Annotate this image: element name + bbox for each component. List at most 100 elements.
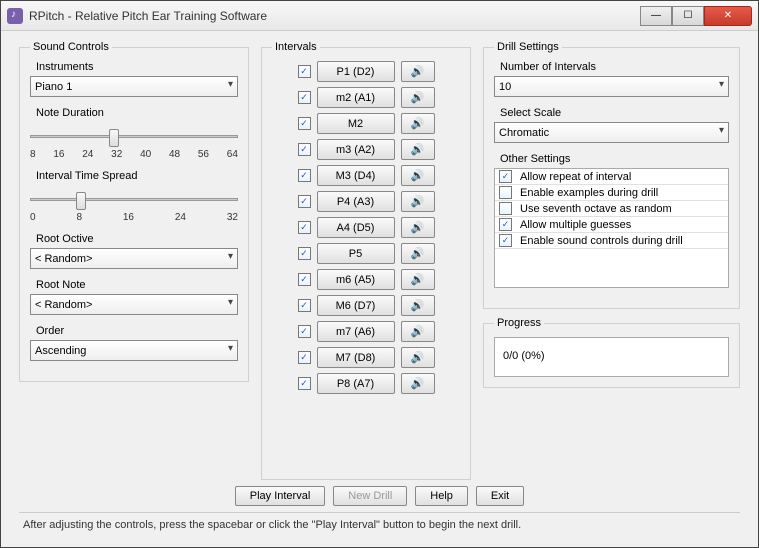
interval-button[interactable]: P1 (D2)	[317, 61, 395, 82]
other-settings-label: Other Settings	[500, 153, 729, 165]
speaker-icon[interactable]: 🔊	[401, 295, 435, 316]
instruments-combo[interactable]: Piano 1	[30, 76, 238, 97]
minimize-button[interactable]: —	[640, 6, 672, 26]
settings-checkbox[interactable]	[499, 186, 512, 199]
speaker-icon[interactable]: 🔊	[401, 113, 435, 134]
interval-row: ✓ m2 (A1) 🔊	[272, 87, 460, 108]
speaker-icon[interactable]: 🔊	[401, 191, 435, 212]
sound-controls-group: Sound Controls Instruments Piano 1 Note …	[19, 41, 249, 382]
interval-row: ✓ P8 (A7) 🔊	[272, 373, 460, 394]
speaker-icon[interactable]: 🔊	[401, 139, 435, 160]
num-intervals-label: Number of Intervals	[500, 61, 729, 73]
settings-label: Allow repeat of interval	[520, 171, 631, 183]
interval-checkbox[interactable]: ✓	[298, 273, 311, 286]
app-window: RPitch - Relative Pitch Ear Training Sof…	[0, 0, 759, 548]
interval-button[interactable]: P4 (A3)	[317, 191, 395, 212]
speaker-icon[interactable]: 🔊	[401, 217, 435, 238]
interval-spread-label: Interval Time Spread	[36, 170, 238, 182]
interval-button[interactable]: A4 (D5)	[317, 217, 395, 238]
interval-button[interactable]: P5	[317, 243, 395, 264]
settings-checkbox[interactable]: ✓	[499, 218, 512, 231]
settings-label: Enable examples during drill	[520, 187, 658, 199]
select-scale-combo[interactable]: Chromatic	[494, 122, 729, 143]
speaker-icon[interactable]: 🔊	[401, 61, 435, 82]
close-button[interactable]: ✕	[704, 6, 752, 26]
speaker-icon[interactable]: 🔊	[401, 347, 435, 368]
settings-checkbox[interactable]	[499, 202, 512, 215]
interval-checkbox[interactable]: ✓	[298, 91, 311, 104]
titlebar: RPitch - Relative Pitch Ear Training Sof…	[1, 1, 758, 31]
interval-button[interactable]: M2	[317, 113, 395, 134]
interval-row: ✓ m6 (A5) 🔊	[272, 269, 460, 290]
intervals-legend: Intervals	[272, 41, 320, 53]
speaker-icon[interactable]: 🔊	[401, 269, 435, 290]
speaker-icon[interactable]: 🔊	[401, 321, 435, 342]
note-duration-ticks: 816243240485664	[30, 149, 238, 160]
progress-legend: Progress	[494, 317, 544, 329]
interval-row: ✓ m7 (A6) 🔊	[272, 321, 460, 342]
interval-row: ✓ M6 (D7) 🔊	[272, 295, 460, 316]
interval-checkbox[interactable]: ✓	[298, 325, 311, 338]
root-octive-label: Root Octive	[36, 233, 238, 245]
speaker-icon[interactable]: 🔊	[401, 243, 435, 264]
bottom-buttons: Play Interval New Drill Help Exit	[19, 486, 740, 506]
speaker-icon[interactable]: 🔊	[401, 87, 435, 108]
interval-checkbox[interactable]: ✓	[298, 221, 311, 234]
interval-button[interactable]: m7 (A6)	[317, 321, 395, 342]
drill-settings-group: Drill Settings Number of Intervals 10 Se…	[483, 41, 740, 309]
settings-row: Use seventh octave as random	[495, 201, 728, 217]
settings-checkbox[interactable]: ✓	[499, 170, 512, 183]
interval-checkbox[interactable]: ✓	[298, 117, 311, 130]
progress-group: Progress 0/0 (0%)	[483, 317, 740, 388]
help-button[interactable]: Help	[415, 486, 468, 506]
interval-checkbox[interactable]: ✓	[298, 377, 311, 390]
intervals-group: Intervals ✓ P1 (D2) 🔊 ✓ m2 (A1) 🔊 ✓ M2 🔊 ✓ m3 (A2)…	[261, 41, 471, 480]
speaker-icon[interactable]: 🔊	[401, 373, 435, 394]
interval-row: ✓ M7 (D8) 🔊	[272, 347, 460, 368]
interval-spread-slider[interactable]	[30, 188, 238, 210]
speaker-icon[interactable]: 🔊	[401, 165, 435, 186]
interval-checkbox[interactable]: ✓	[298, 299, 311, 312]
settings-row: ✓Allow multiple guesses	[495, 217, 728, 233]
root-note-combo[interactable]: < Random>	[30, 294, 238, 315]
settings-row: ✓ Enable sound controls during drill	[495, 233, 728, 249]
sound-controls-legend: Sound Controls	[30, 41, 112, 53]
num-intervals-combo[interactable]: 10	[494, 76, 729, 97]
interval-checkbox[interactable]: ✓	[298, 65, 311, 78]
app-icon	[7, 8, 23, 24]
interval-button[interactable]: M3 (D4)	[317, 165, 395, 186]
interval-row: ✓ P1 (D2) 🔊	[272, 61, 460, 82]
interval-checkbox[interactable]: ✓	[298, 195, 311, 208]
interval-button[interactable]: m6 (A5)	[317, 269, 395, 290]
select-scale-label: Select Scale	[500, 107, 729, 119]
note-duration-slider[interactable]	[30, 125, 238, 147]
interval-button[interactable]: M6 (D7)	[317, 295, 395, 316]
settings-checkbox[interactable]: ✓	[499, 234, 512, 247]
instruments-label: Instruments	[36, 61, 238, 73]
root-note-label: Root Note	[36, 279, 238, 291]
order-combo[interactable]: Ascending	[30, 340, 238, 361]
progress-text: 0/0 (0%)	[503, 350, 545, 362]
interval-button[interactable]: P8 (A7)	[317, 373, 395, 394]
interval-checkbox[interactable]: ✓	[298, 247, 311, 260]
interval-row: ✓ m3 (A2) 🔊	[272, 139, 460, 160]
play-interval-button[interactable]: Play Interval	[235, 486, 326, 506]
status-bar: After adjusting the controls, press the …	[19, 512, 740, 537]
interval-checkbox[interactable]: ✓	[298, 351, 311, 364]
interval-button[interactable]: m2 (A1)	[317, 87, 395, 108]
root-octive-combo[interactable]: < Random>	[30, 248, 238, 269]
new-drill-button[interactable]: New Drill	[333, 486, 407, 506]
settings-label: Enable sound controls during drill	[520, 235, 683, 247]
settings-row: Enable examples during drill	[495, 185, 728, 201]
interval-row: ✓ A4 (D5) 🔊	[272, 217, 460, 238]
exit-button[interactable]: Exit	[476, 486, 524, 506]
settings-label: Use seventh octave as random	[520, 203, 672, 215]
interval-checkbox[interactable]: ✓	[298, 169, 311, 182]
maximize-button[interactable]: ☐	[672, 6, 704, 26]
drill-legend: Drill Settings	[494, 41, 562, 53]
interval-button[interactable]: M7 (D8)	[317, 347, 395, 368]
interval-button[interactable]: m3 (A2)	[317, 139, 395, 160]
other-settings-box: ✓ Allow repeat of interval Enable examples…	[494, 168, 729, 288]
interval-checkbox[interactable]: ✓	[298, 143, 311, 156]
note-duration-label: Note Duration	[36, 107, 238, 119]
